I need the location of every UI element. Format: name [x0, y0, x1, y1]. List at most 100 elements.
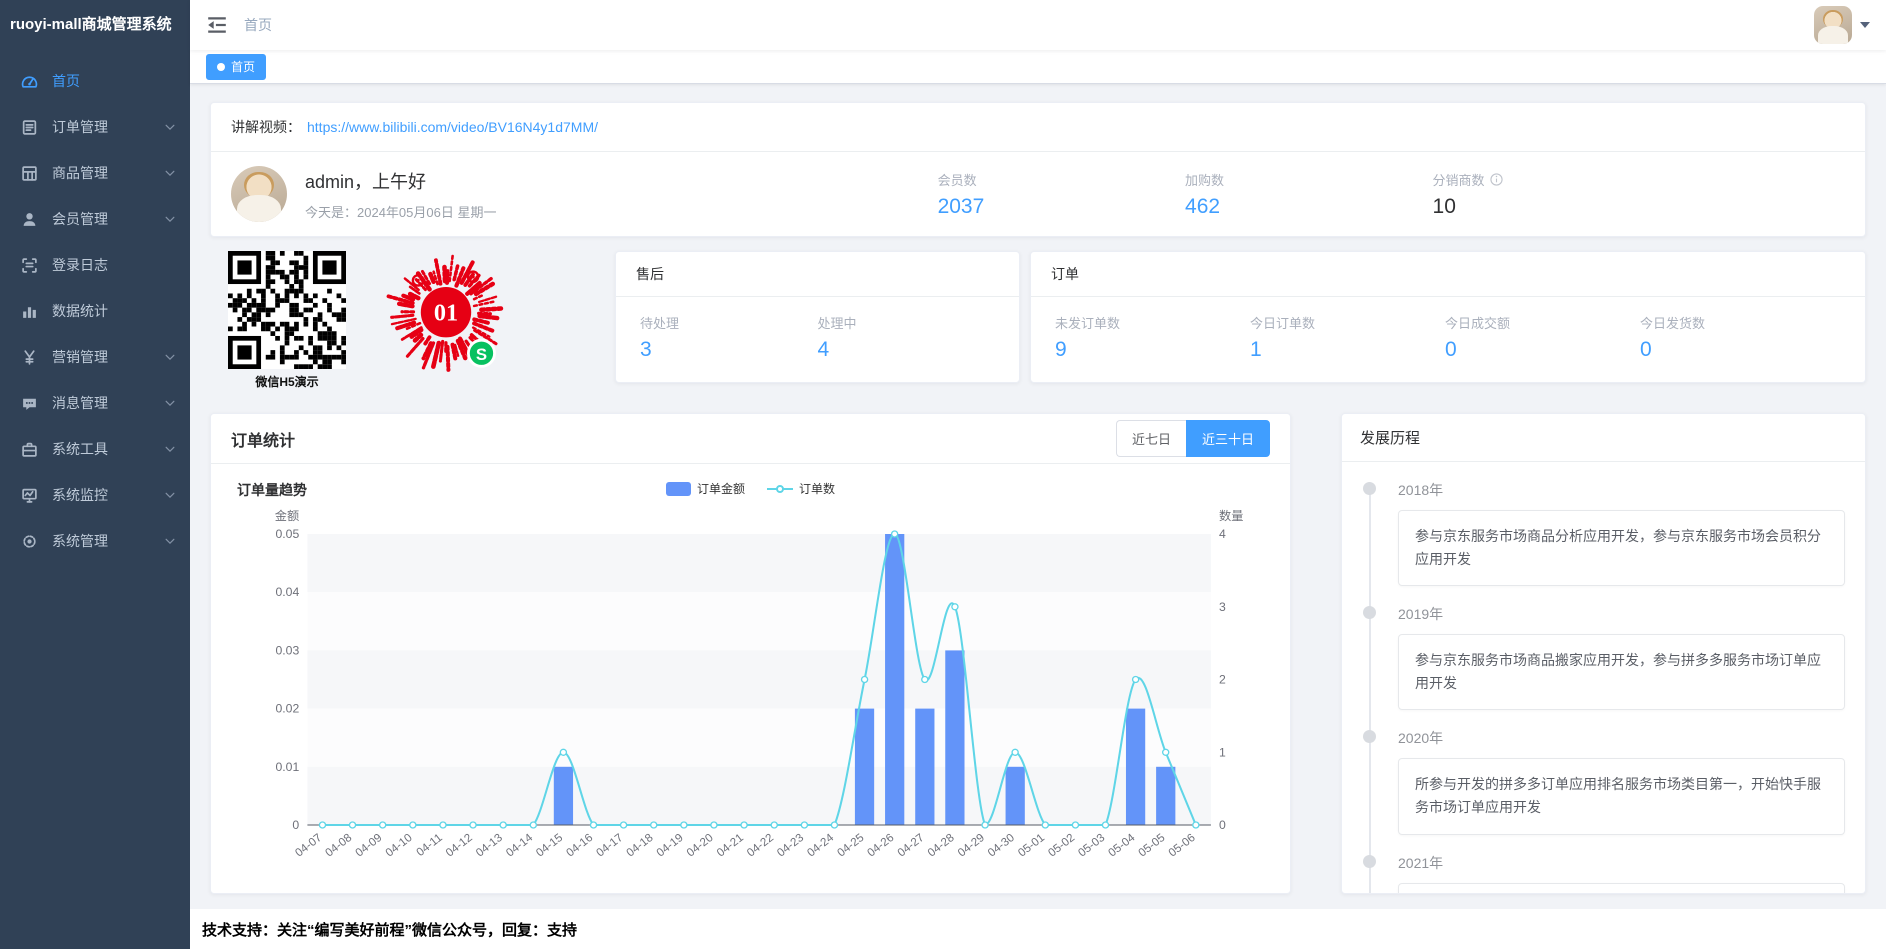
- svg-text:04-26: 04-26: [865, 831, 897, 859]
- welcome-card: 讲解视频： https://www.bilibili.com/video/BV1…: [210, 102, 1866, 237]
- breadcrumb[interactable]: 首页: [244, 15, 272, 35]
- order-statistics-card: 订单统计 近七日近三十日 订单量趋势 订单金额订单数 金额数量00.010.02…: [210, 413, 1291, 894]
- timeline-year: 2019年: [1398, 604, 1845, 624]
- svg-text:0.04: 0.04: [275, 585, 299, 599]
- sidebar-item-label: 商品管理: [52, 163, 164, 183]
- timeline-year: 2018年: [1398, 480, 1845, 500]
- member-icon: [20, 210, 38, 228]
- sidebar-item-9[interactable]: 系统工具: [0, 426, 190, 472]
- svg-text:0.01: 0.01: [275, 760, 299, 774]
- range-button-7d[interactable]: 近七日: [1116, 420, 1186, 457]
- sidebar-item-2[interactable]: 订单管理: [0, 104, 190, 150]
- timeline-dot-icon: [1363, 482, 1376, 495]
- aftersale-stats: 待处理 3处理中 4: [616, 297, 1019, 378]
- sidebar-item-8[interactable]: 消息管理: [0, 380, 190, 426]
- svg-text:04-09: 04-09: [353, 831, 385, 859]
- svg-text:2: 2: [1219, 673, 1226, 687]
- history-card: 发展历程 2018年 参与京东服务市场商品分析应用开发，参与京东服务市场会员积分…: [1341, 413, 1866, 894]
- sidebar-item-6[interactable]: 数据统计: [0, 288, 190, 334]
- svg-text:0: 0: [1219, 818, 1226, 832]
- stat-value: 0: [1640, 338, 1835, 362]
- svg-text:0: 0: [292, 818, 299, 832]
- svg-text:04-12: 04-12: [443, 831, 475, 859]
- legend-item-count[interactable]: 订单数: [767, 480, 835, 497]
- sidebar-item-1[interactable]: 首页: [0, 58, 190, 104]
- stat-column: 待处理 3: [640, 313, 818, 362]
- svg-text:04-08: 04-08: [323, 831, 355, 859]
- svg-text:04-20: 04-20: [684, 831, 716, 859]
- svg-text:04-27: 04-27: [895, 831, 927, 859]
- legend-bar-icon: [666, 482, 691, 496]
- stat-label: 会员数: [938, 170, 977, 189]
- timeline-dot-icon: [1363, 730, 1376, 743]
- orders-card: 订单 未发订单数 9今日订单数 1今日成交额 0今日发货数 0: [1030, 251, 1866, 383]
- legend-label: 订单金额: [697, 480, 745, 497]
- sidebar-item-7[interactable]: 营销管理: [0, 334, 190, 380]
- monitor-icon: [20, 486, 38, 504]
- svg-text:05-05: 05-05: [1136, 831, 1168, 859]
- stat-label: 今日发货数: [1640, 313, 1705, 332]
- sidebar-toggle-icon[interactable]: [206, 14, 228, 36]
- svg-text:04-29: 04-29: [955, 831, 987, 859]
- main-column: 首页 首页 讲解视频： https://www.bilibili.com/vid…: [190, 0, 1886, 949]
- svg-text:04-21: 04-21: [714, 831, 746, 859]
- row-qr-and-counters: 微信H5演示 01S 售后 待处理 3处理中 4 订单 未发订单数 9今日订单数…: [210, 251, 1866, 401]
- stat-column: 分销商数 10: [1433, 170, 1680, 219]
- navbar-right: [1814, 6, 1870, 44]
- chevron-down-icon: [164, 489, 176, 501]
- svg-text:04-19: 04-19: [654, 831, 686, 859]
- svg-text:04-23: 04-23: [775, 831, 807, 859]
- svg-text:4: 4: [1219, 527, 1226, 541]
- svg-text:01: 01: [434, 300, 458, 327]
- stat-label: 处理中: [818, 313, 857, 332]
- footer: 技术支持：关注“编写美好前程”微信公众号，回复：支持: [190, 909, 1886, 949]
- sidebar-item-label: 消息管理: [52, 393, 164, 413]
- sidebar-item-11[interactable]: 系统管理: [0, 518, 190, 564]
- user-menu-caret-icon[interactable]: [1860, 22, 1870, 28]
- stat-column: 会员数 2037: [938, 170, 1185, 219]
- greeting-text: admin，上午好 今天是：2024年05月06日 星期一: [305, 168, 496, 221]
- svg-text:04-16: 04-16: [564, 831, 596, 859]
- video-link[interactable]: https://www.bilibili.com/video/BV16N4y1d…: [307, 119, 598, 135]
- tag-home[interactable]: 首页: [206, 54, 266, 80]
- user-avatar[interactable]: [1814, 6, 1852, 44]
- svg-text:0.05: 0.05: [275, 527, 299, 541]
- range-button-30d[interactable]: 近三十日: [1186, 420, 1270, 457]
- chevron-down-icon: [164, 213, 176, 225]
- svg-text:0.03: 0.03: [275, 644, 299, 658]
- chevron-down-icon: [164, 351, 176, 363]
- statistics-icon: [20, 302, 38, 320]
- top-navbar: 首页: [190, 0, 1886, 50]
- chevron-down-icon: [164, 167, 176, 179]
- order-statistics-title: 订单统计: [231, 427, 295, 451]
- login-log-icon: [20, 256, 38, 274]
- sidebar-item-label: 系统监控: [52, 485, 164, 505]
- chevron-down-icon: [164, 535, 176, 547]
- stat-column: 今日成交额 0: [1445, 313, 1640, 362]
- tutorial-video-row: 讲解视频： https://www.bilibili.com/video/BV1…: [211, 103, 1865, 152]
- chart-top-row: 订单量趋势 订单金额订单数: [231, 476, 1270, 506]
- greeting-avatar: [231, 166, 287, 222]
- sidebar-item-3[interactable]: 商品管理: [0, 150, 190, 196]
- stat-value: 0: [1445, 338, 1640, 362]
- stat-value: 4: [818, 338, 996, 362]
- svg-text:0.02: 0.02: [275, 702, 299, 716]
- message-icon: [20, 394, 38, 412]
- svg-text:05-02: 05-02: [1046, 831, 1078, 859]
- aftersale-card: 售后 待处理 3处理中 4: [615, 251, 1020, 383]
- legend-item-amount[interactable]: 订单金额: [666, 480, 745, 497]
- svg-text:05-03: 05-03: [1076, 831, 1108, 859]
- sidebar-item-10[interactable]: 系统监控: [0, 472, 190, 518]
- qr-zone: 微信H5演示 01S: [210, 251, 605, 401]
- chart-body: 订单量趋势 订单金额订单数 金额数量00.010.020.030.040.050…: [211, 464, 1290, 893]
- sidebar-item-5[interactable]: 登录日志: [0, 242, 190, 288]
- stat-value: 9: [1055, 338, 1250, 362]
- sidebar-item-label: 会员管理: [52, 209, 164, 229]
- svg-text:04-22: 04-22: [744, 831, 776, 859]
- stat-label: 今日成交额: [1445, 313, 1510, 332]
- tool-icon: [20, 440, 38, 458]
- timeline-text: 参与京东服务市场商品搬家应用开发，参与拼多多服务市场订单应用开发: [1398, 634, 1845, 710]
- chart-legend: 订单金额 订单数: [231, 480, 1270, 497]
- sidebar-item-4[interactable]: 会员管理: [0, 196, 190, 242]
- stat-value: 10: [1433, 195, 1680, 219]
